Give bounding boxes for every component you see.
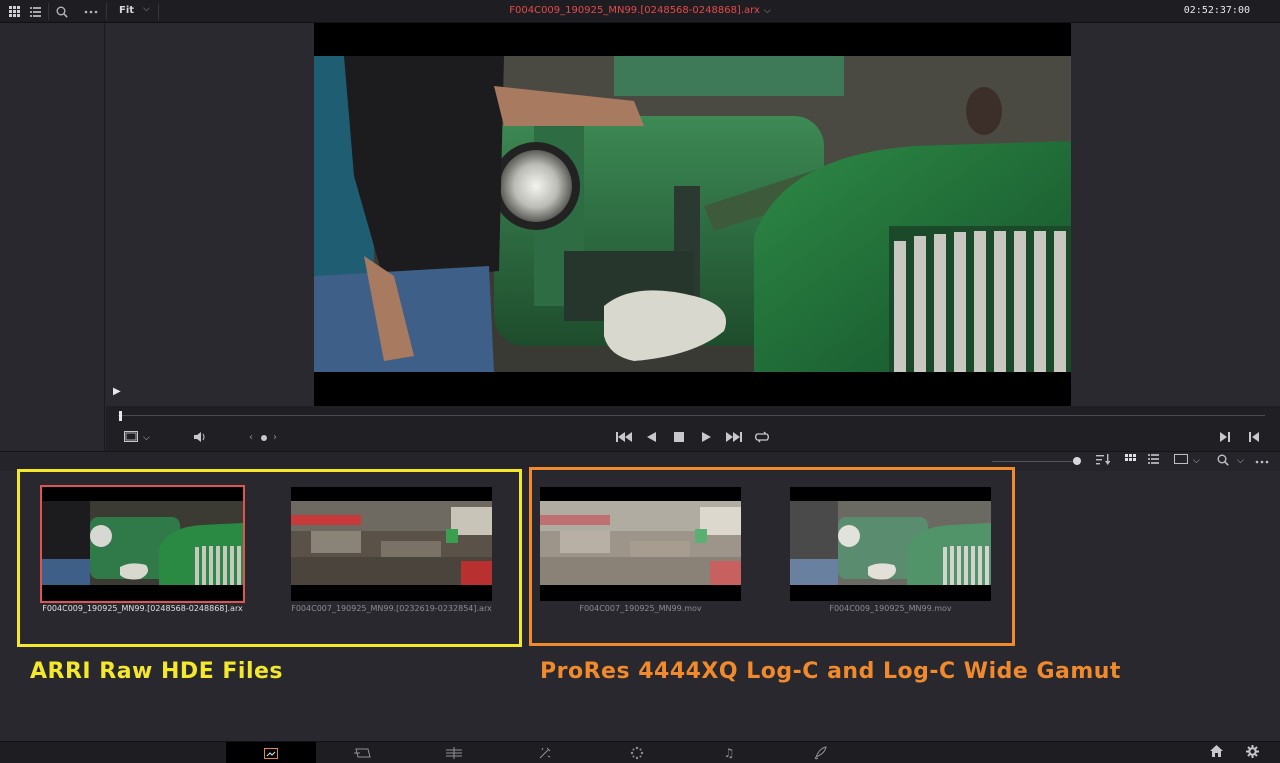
timecode-display: 02:52:37:00 [1183, 5, 1250, 16]
chevron-down-icon[interactable]: ⌵ [143, 431, 150, 445]
left-panel [0, 23, 105, 451]
loop-icon[interactable] [754, 431, 770, 445]
color-page-icon[interactable] [592, 742, 682, 763]
play-reverse-icon[interactable] [647, 431, 656, 445]
volume-icon[interactable] [193, 431, 207, 445]
play-icon[interactable]: ▶︎ [113, 386, 121, 397]
play-icon[interactable] [702, 431, 711, 445]
transport-bar [106, 406, 1280, 451]
edit-page-icon[interactable] [409, 742, 499, 763]
chevron-down-icon[interactable]: ⌵ [764, 6, 771, 16]
next-marker-icon[interactable]: › [273, 431, 277, 445]
metadata-view-icon[interactable] [1174, 454, 1188, 468]
page-navigation-bar: ♫ [0, 741, 1280, 763]
jump-to-end-icon[interactable] [726, 431, 742, 445]
arri-raw-caption: ARRI Raw HDE Files [30, 659, 284, 684]
prev-frame-icon[interactable] [1249, 431, 1260, 445]
prev-marker-icon[interactable]: ‹ [249, 431, 253, 445]
viewer-mode-icon[interactable] [124, 431, 138, 445]
arri-raw-group-box [17, 469, 522, 647]
deliver-page-icon[interactable] [775, 742, 865, 763]
thumbnail-size-knob[interactable] [1073, 457, 1081, 465]
jump-to-start-icon[interactable] [616, 431, 632, 445]
gear-icon[interactable] [1246, 745, 1259, 762]
playhead[interactable] [119, 411, 122, 421]
media-page-icon[interactable] [226, 742, 316, 763]
prores-group-box [529, 467, 1015, 646]
next-frame-icon[interactable] [1220, 431, 1231, 445]
clip-title-dropdown[interactable]: F004C009_190925_MN99.[0248568-0248868].a… [0, 5, 1280, 16]
sort-icon[interactable] [1096, 454, 1111, 468]
chevron-down-icon[interactable]: ⌵ [1193, 454, 1200, 468]
chevron-down-icon[interactable]: ⌵ [1237, 454, 1244, 468]
marker-dot-icon[interactable] [260, 432, 268, 446]
viewer-frame[interactable] [314, 56, 1071, 372]
fairlight-page-icon[interactable]: ♫ [684, 742, 774, 763]
search-icon[interactable] [1217, 454, 1229, 468]
thumbnail-size-slider[interactable] [992, 461, 1076, 462]
home-icon[interactable] [1210, 745, 1223, 761]
prores-caption: ProRes 4444XQ Log-C and Log-C Wide Gamut [540, 659, 1121, 684]
viewer-toolbar: Fit ⌵ F004C009_190925_MN99.[0248568-0248… [0, 0, 1280, 23]
more-icon[interactable] [1255, 454, 1269, 468]
scrubber-track[interactable] [118, 415, 1265, 416]
fusion-page-icon[interactable] [500, 742, 590, 763]
cut-page-icon[interactable] [318, 742, 408, 763]
grid-view-icon[interactable] [1125, 454, 1136, 468]
clip-title-text: F004C009_190925_MN99.[0248568-0248868].a… [509, 5, 760, 16]
list-view-icon[interactable] [1148, 454, 1159, 468]
stop-icon[interactable] [674, 431, 684, 445]
